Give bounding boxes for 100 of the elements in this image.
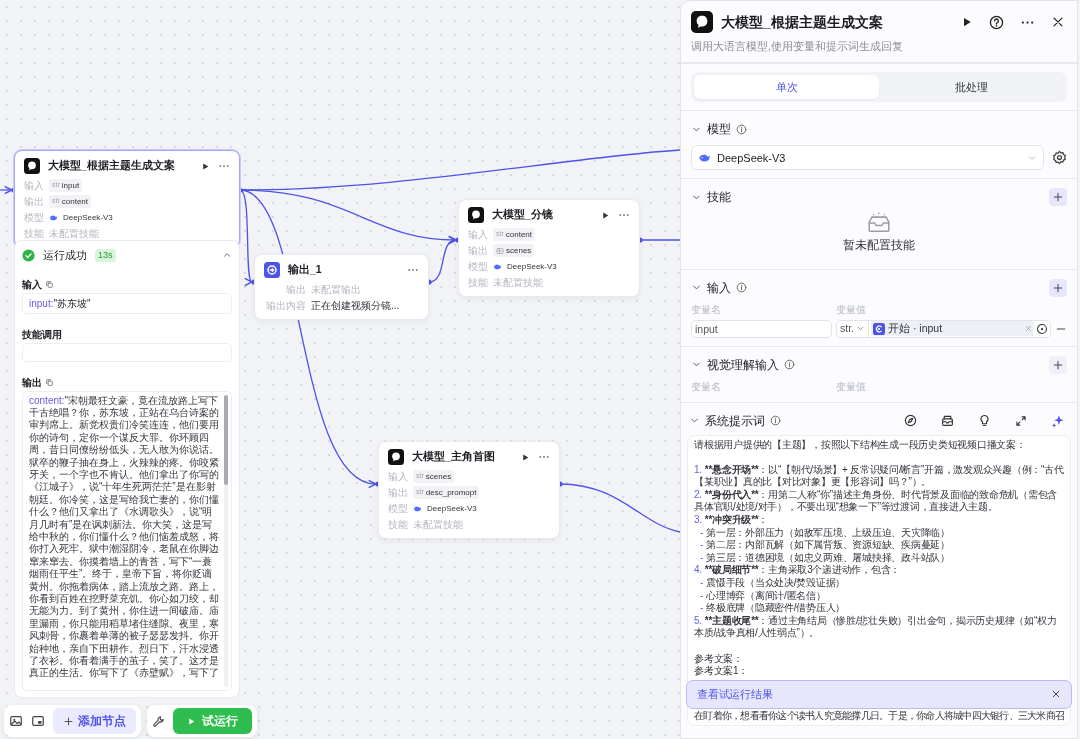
output-node-icon (264, 262, 280, 278)
prompt-line: - 第三层：道德困境（如忠义两难、屠城抉择、政斗站队） (699, 551, 951, 564)
plus-icon (1052, 358, 1064, 371)
prompt-line: 3. **冲突升级**： (694, 514, 770, 527)
section-label: 输出 (22, 375, 42, 390)
field-label: 输出 (24, 195, 44, 209)
model-select[interactable]: DeepSeek-V3 (691, 145, 1044, 171)
tab[interactable]: 单次 (694, 74, 879, 100)
section-title: 视觉理解输入 (707, 356, 779, 374)
reference-text: 开始 · input (888, 320, 944, 336)
variable-name: scenes (425, 470, 452, 483)
tab[interactable]: 批处理 (879, 74, 1064, 100)
type-select[interactable]: str. (837, 320, 869, 337)
play-icon[interactable] (601, 210, 610, 220)
expand-icon[interactable] (1015, 414, 1027, 427)
prompt-line: - 第二层：内部瓦解（如下属背叛、资源短缺、疾病蔓延） (699, 539, 951, 552)
prompt-line: 1. **悬念开场**：以“【朝代/场景】+ 反常识疑问/断言”开篇，激发观众兴趣（例：“古代【某职业】真的比【对比对象】更【形容词】吗？”）。 (694, 463, 1064, 489)
node-card[interactable]: 输出_1 输出 未配置输出 输出内容 正在创建视频分镜... (254, 254, 429, 320)
section-title: 输入 (707, 279, 731, 297)
bot-logo-icon (468, 207, 484, 223)
field-label: 输出 (285, 283, 306, 297)
wrench-icon[interactable] (152, 714, 165, 728)
add-button[interactable] (1049, 188, 1067, 207)
model-name: DeepSeek-V3 (63, 211, 113, 224)
variable-name: desc_promopt (425, 486, 477, 499)
field-label: 技能 (468, 276, 488, 290)
field-label: 输出 (468, 244, 488, 258)
list-icon (496, 246, 504, 255)
empty-state-text: 暂未配置技能 (843, 238, 915, 254)
settings-icon[interactable] (1052, 150, 1067, 166)
connector-line (0, 185, 13, 195)
library-icon[interactable] (941, 414, 954, 427)
prompt-line: 5. **主题收尾**：通过主角结局（惨胜/悲壮失败）引出金句，揭示历史规律（如“权力本质/战争真相/人性弱点”）。 (694, 614, 1058, 640)
result-field: input:"苏东坡" (22, 292, 232, 314)
bulb-icon[interactable] (978, 414, 991, 427)
prompt-line: 参考文案： (694, 652, 744, 665)
field-label: 输出内容 (265, 299, 306, 313)
column-label: 变量值 (836, 302, 866, 317)
copy-icon[interactable] (45, 279, 54, 289)
add-node-button[interactable]: 添加节点 (53, 708, 136, 734)
node-title: 大模型_根据主题生成文案 (48, 158, 176, 174)
image-icon[interactable] (9, 714, 23, 728)
prompt-line: - 第一层：外部压力（如敌军压境、上级压迫、天灾降临） (699, 526, 951, 539)
field-label: 输入 (24, 179, 44, 193)
variable-name: input (61, 179, 80, 192)
play-icon[interactable] (201, 161, 210, 171)
target-icon[interactable] (1036, 322, 1048, 335)
prompt-line: - 震慑手段（当众处决/焚毁证据） (699, 577, 847, 590)
model-name: DeepSeek-V3 (427, 502, 477, 515)
inbox-icon (866, 211, 892, 234)
field-label: 模型 (468, 260, 488, 274)
prompt-line: - 终极底牌（隐藏密件/借势压人） (699, 602, 847, 615)
node-title: 大模型_分镜 (492, 207, 554, 223)
prompt-line: 请根据用户提供的【主题】，按照以下结构生成一段历史类短视频口播文案： (694, 438, 1027, 452)
variable-value-field[interactable]: str. 开始 · input (836, 319, 1051, 338)
help-icon[interactable] (989, 14, 1004, 30)
model-name: DeepSeek-V3 (507, 260, 557, 273)
variable-name: scenes (506, 244, 532, 257)
field-label: 输入 (388, 470, 408, 484)
output-text: content:"宋朝最狂文豪，竟在流放路上写下千古绝唱？你，苏东坡，正站在乌台诗案的审判席上。新党权贵们冷笑连连，他们要用你的诗句，定你一个谋反大罪。你环顾四周，昔日同僚纷纷低头，无人敢为你说话。狱卒的鞭子抽在身上，火辣辣的疼。你咬紧牙关，一个字也不肯认。他们拿出了你写的《江城子》，说“十年生死两茫茫”是在影射朝廷。你冷笑，这是写给我亡妻的，你们懂什么？他们又拿出了《水调歌头》，说“明月几时有”是在讽刺新法。你大笑，这是写给中秋的，你们懂什么？他们恼羞成怒，将你打入死牢。狱中潮湿阴冷，老鼠在你脚边窜来窜去。你摸着墙上的青苔，写下“一蓑烟雨任平生”。终于，皇帝下旨，将你贬谪黄州。你拖着病体，踏上流放之路。路上，你看到百姓在挖野菜充饥。你心如刀绞，却无能为力。到了黄州，你住进一间破庙。庙里漏雨，你只能用稻草堵住缝隙。夜里，寒风刺骨，你裹着单薄的被子瑟瑟发抖。你开始种地，亲自下田耕作。烈日下，汗水浸透了衣衫。你看着满手的茧子，笑了。这才是真正的生活。你写下了《赤壁赋》，写下了 (29, 394, 220, 681)
scrollbar[interactable] (224, 394, 228, 687)
reference-chip[interactable]: 开始 · input (871, 321, 1034, 336)
section-label: 输入 (22, 277, 42, 292)
model-icon (413, 504, 422, 513)
variable-name-field[interactable]: input (691, 319, 832, 338)
field-label: 输入 (468, 228, 488, 242)
bot-logo-icon (388, 449, 404, 465)
field-label: 模型 (388, 502, 408, 516)
field-label: 技能 (388, 518, 408, 532)
play-icon (187, 716, 196, 726)
model-name: DeepSeek-V3 (717, 150, 787, 166)
section-title: 系统提示词 (705, 412, 765, 430)
variable-name: content (61, 195, 89, 208)
duration-badge: 13s (95, 248, 116, 262)
sparkle-icon[interactable] (1051, 413, 1065, 428)
plus-icon (63, 715, 74, 727)
minimap-icon[interactable] (31, 714, 45, 728)
view-result-link[interactable]: 查看试运行结果 (697, 688, 1051, 701)
copy-icon[interactable] (45, 377, 54, 387)
prompt-line: 4. **破局细节**：主角采取3个递进动作，包含： (694, 564, 902, 577)
prompt-editor[interactable] (687, 434, 1071, 727)
prompt-line: 2. **身份代入**：用第二人称“你”描述主角身份、时代背景及面临的致命危机（需包含具体官职/处境/对手），不要出现“想象一下”等过渡词，直接进入主题。 (694, 488, 1059, 514)
node-title: 输出_1 (288, 262, 323, 278)
prompt-line: - 心理博弈（离间计/匿名信） (699, 589, 827, 602)
bot-logo-icon (24, 158, 40, 174)
close-icon[interactable] (1051, 689, 1061, 700)
section-title: 模型 (707, 121, 731, 139)
bot-logo-icon (691, 11, 713, 33)
prompt-line: 参考文案1： (694, 665, 750, 678)
add-button[interactable] (1049, 278, 1067, 297)
status-text: 运行成功 (43, 248, 87, 263)
play-icon[interactable] (521, 452, 530, 462)
close-icon[interactable] (1051, 15, 1065, 29)
section-label: 技能调用 (22, 327, 62, 342)
play-icon[interactable] (961, 16, 973, 28)
compass-icon[interactable] (904, 414, 917, 427)
model-icon (493, 262, 502, 271)
model-icon (49, 213, 58, 222)
field-label: 模型 (24, 211, 44, 225)
prompt-line: 在盯着你，想看看你这个读书人究竟能撑几日。于是，你命人将城中四大银行、三大米商召 (694, 709, 1065, 723)
